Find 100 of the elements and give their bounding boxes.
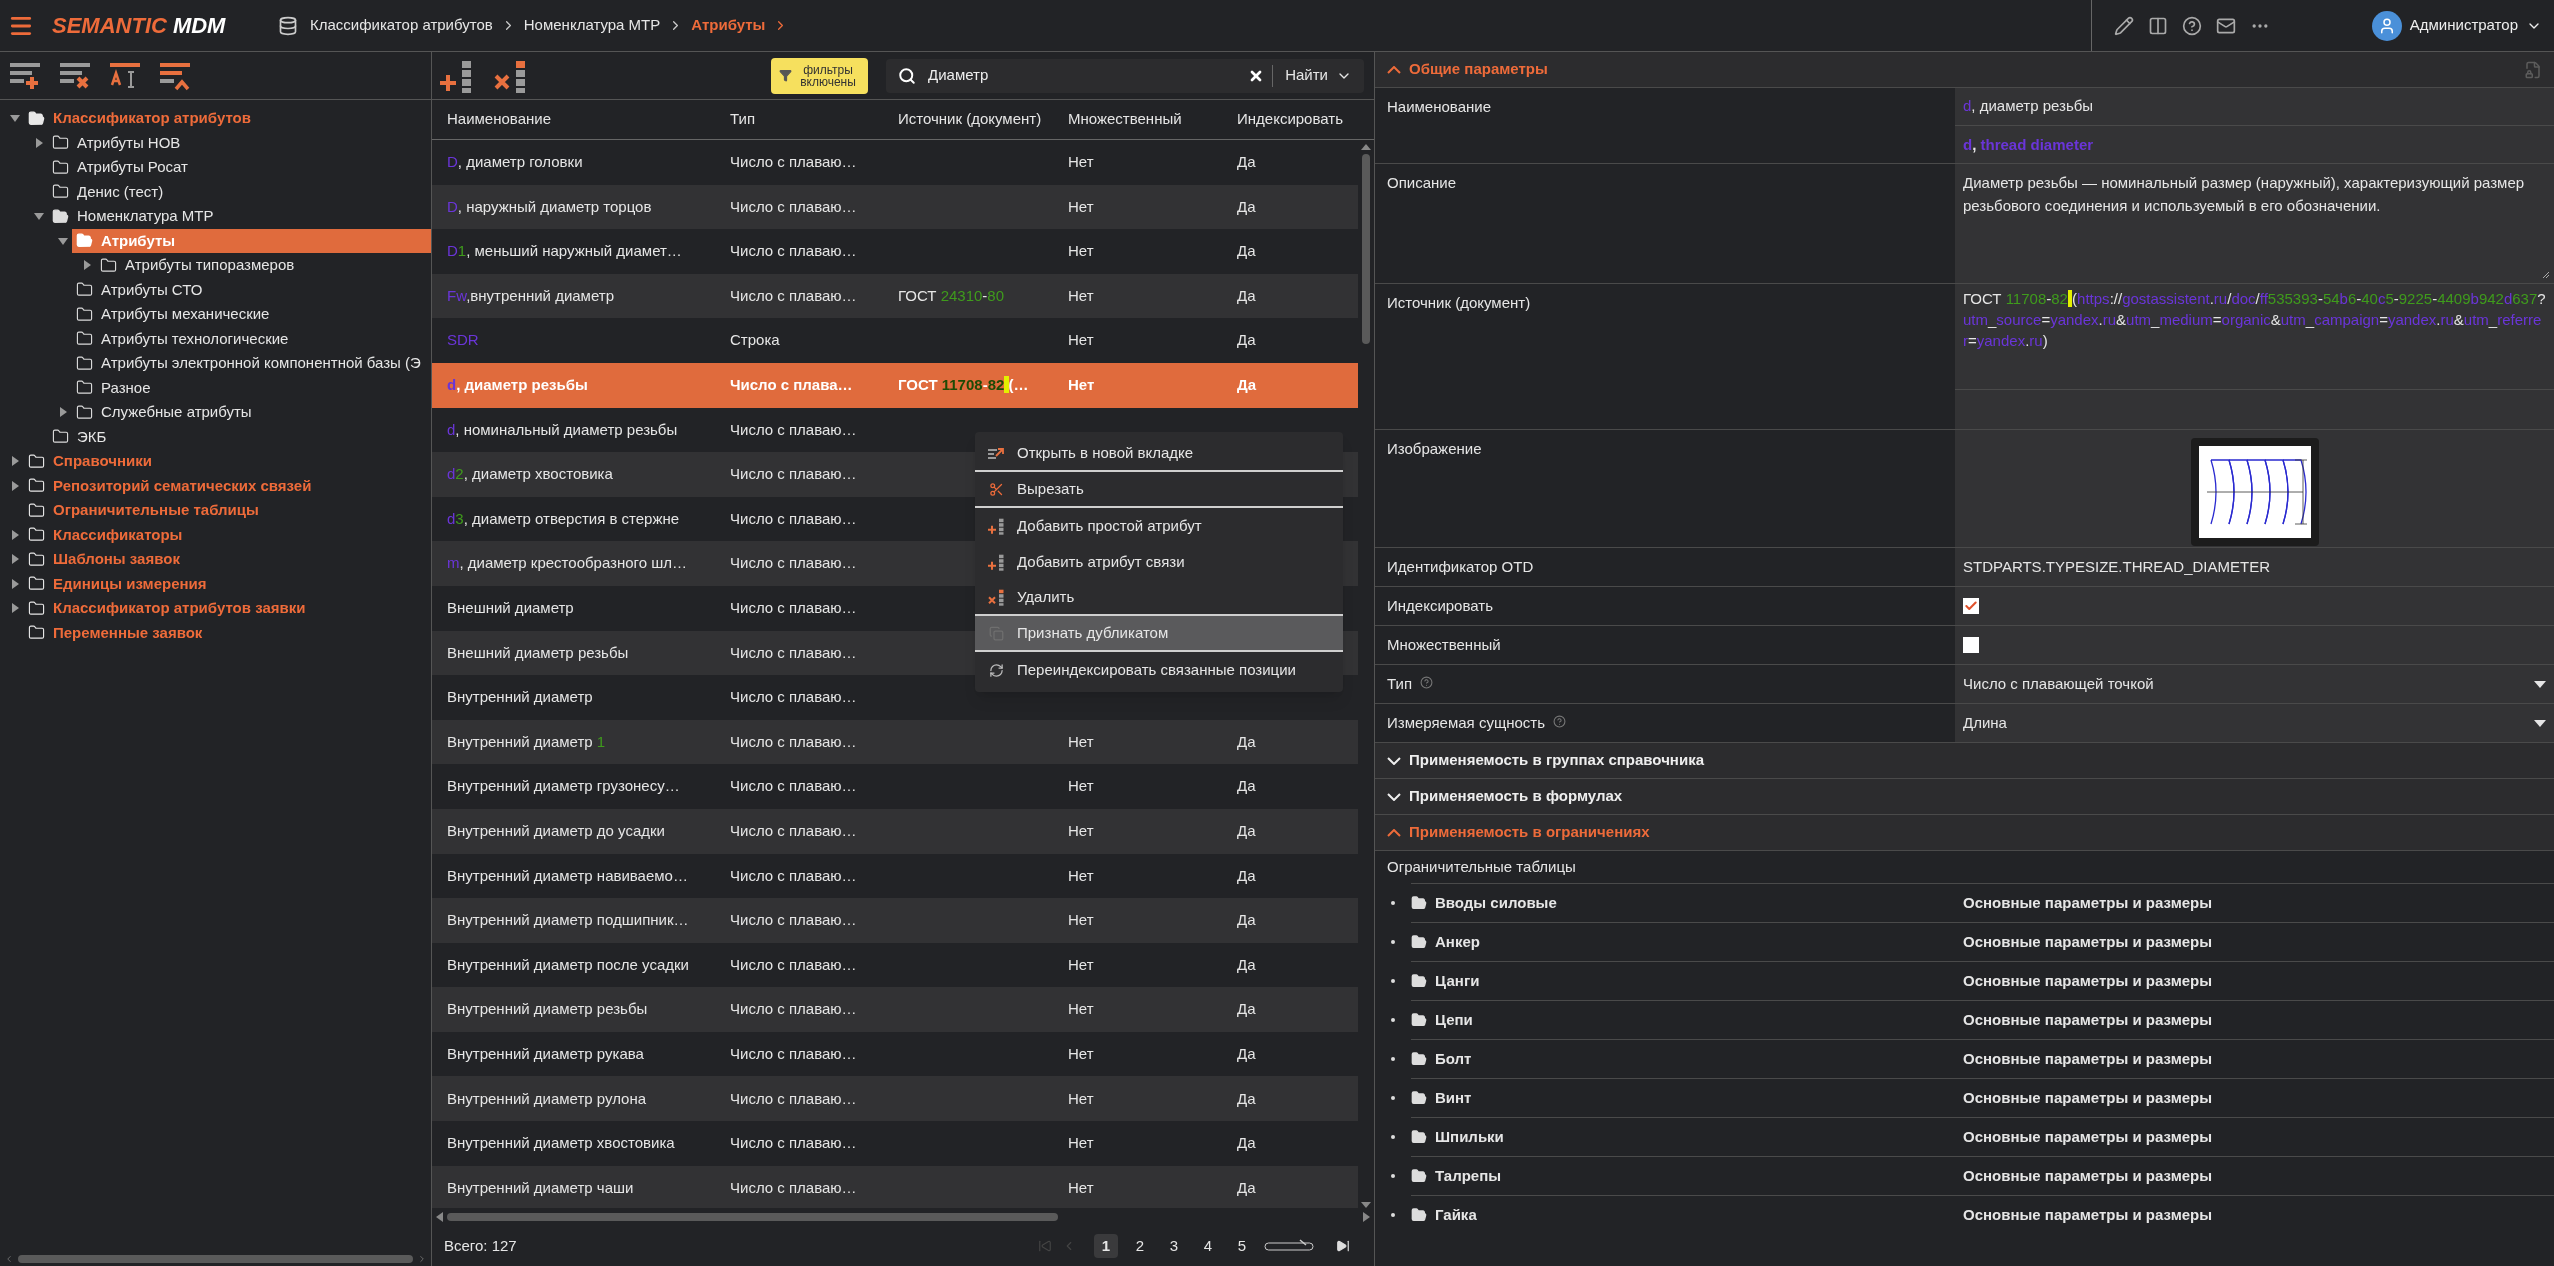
constraint-table-item[interactable]: Вводы силовые bbox=[1411, 891, 1955, 915]
tree-item[interactable]: Атрибуты технологические bbox=[72, 326, 297, 351]
table-row[interactable]: Внутренний диаметр резьбы Число с плаваю… Нет Да bbox=[432, 987, 1358, 1032]
tree-item[interactable]: Атрибуты Росат bbox=[48, 155, 196, 180]
table-row[interactable]: Внутренний диаметр чаши Число с плаваю… Нет Да bbox=[432, 1165, 1358, 1208]
column-header[interactable]: Источник (документ) bbox=[883, 108, 1053, 131]
menu-item[interactable]: Вырезать bbox=[975, 472, 1343, 508]
tree-item[interactable]: Классификаторы bbox=[24, 522, 191, 547]
page-link[interactable]: 4 bbox=[1196, 1234, 1220, 1258]
scroll-up-icon[interactable] bbox=[1361, 144, 1371, 150]
vertical-scrollbar[interactable] bbox=[1362, 154, 1370, 344]
tree-item[interactable]: Номенклатура МТР bbox=[48, 204, 222, 229]
table-row[interactable]: Внутренний диаметр 1 Число с плаваю… Нет Да bbox=[432, 719, 1358, 765]
tree-item[interactable]: Служебные атрибуты bbox=[72, 400, 260, 425]
scroll-right-icon[interactable] bbox=[1363, 1212, 1370, 1222]
breadcrumb-link[interactable]: Номенклатура МТР bbox=[523, 14, 661, 37]
constraint-table-item[interactable]: Цепи bbox=[1411, 1008, 1955, 1032]
expand-arrow-icon[interactable] bbox=[10, 578, 20, 589]
table-row[interactable]: Внутренний диаметр до усадки Число с плаваю… Нет Да bbox=[432, 808, 1358, 854]
help-icon[interactable] bbox=[2182, 15, 2202, 36]
section-header[interactable]: Общие параметры bbox=[1387, 58, 1548, 81]
tree-item[interactable]: Атрибуты механические bbox=[72, 302, 278, 327]
tree-item[interactable]: Разное bbox=[72, 375, 159, 400]
checkbox[interactable] bbox=[1963, 598, 1979, 614]
scroll-left-icon[interactable] bbox=[436, 1212, 443, 1222]
add-row-icon[interactable] bbox=[8, 60, 42, 91]
last-page-icon[interactable] bbox=[1336, 1239, 1350, 1253]
breadcrumb-link[interactable]: Атрибуты bbox=[691, 14, 766, 37]
constraint-table-item[interactable]: Шпильки bbox=[1411, 1125, 1955, 1149]
menu-item[interactable]: Открыть в новой вкладке bbox=[975, 436, 1343, 472]
menu-item[interactable]: Добавить простой атрибут bbox=[975, 508, 1343, 544]
expand-arrow-icon[interactable] bbox=[34, 137, 44, 148]
tree-item[interactable]: Классификатор атрибутов заявки bbox=[24, 596, 314, 621]
expand-arrow-icon[interactable] bbox=[10, 554, 20, 565]
tree-item[interactable]: Атрибуты СТО bbox=[72, 277, 211, 302]
tree-item[interactable]: ЭКБ bbox=[48, 424, 115, 449]
table-row[interactable]: D, наружный диаметр торцов Число с плаваю… Нет Да bbox=[432, 184, 1358, 230]
constraint-table-item[interactable]: Болт bbox=[1411, 1047, 1955, 1071]
tree-item[interactable]: Денис (тест) bbox=[48, 179, 172, 204]
tree-item[interactable]: Переменные заявок bbox=[24, 620, 211, 645]
expand-arrow-icon[interactable] bbox=[82, 260, 92, 271]
expand-arrow-icon[interactable] bbox=[10, 456, 20, 467]
user-menu[interactable]: Администратор bbox=[2371, 10, 2542, 41]
column-header[interactable]: Тип bbox=[715, 108, 883, 131]
section-header[interactable]: Применяемость в формулах bbox=[1387, 785, 1623, 808]
table-row[interactable]: Внутренний диаметр рулона Число с плаваю… Нет Да bbox=[432, 1076, 1358, 1122]
delete-row-icon[interactable] bbox=[58, 60, 92, 91]
expand-arrow-icon[interactable] bbox=[10, 603, 20, 614]
select-field[interactable]: Длина bbox=[1955, 704, 2554, 742]
collapse-all-icon[interactable] bbox=[158, 60, 192, 91]
tree-item[interactable]: Атрибуты электронной компонентной базы (Э bbox=[72, 351, 429, 376]
tree-item[interactable]: Атрибуты НОВ bbox=[48, 130, 189, 155]
description-field[interactable]: Диаметр резьбы — номинальный размер (наружный), характеризующий размер резьбового соединения и используемый в его обозначении. bbox=[1955, 164, 2554, 283]
expand-arrow-icon[interactable] bbox=[58, 407, 68, 418]
columns-icon[interactable] bbox=[2148, 15, 2168, 36]
help-icon[interactable] bbox=[1553, 715, 1567, 728]
tree-item[interactable]: Репозиторий сематических связей bbox=[24, 473, 320, 498]
page-link[interactable]: 3 bbox=[1162, 1234, 1186, 1258]
menu-item[interactable]: Добавить атрибут связи bbox=[975, 544, 1343, 580]
tree-item[interactable]: Единицы измерения bbox=[24, 571, 215, 596]
next-page-icon[interactable] bbox=[1264, 1239, 1314, 1253]
column-header[interactable]: Индексировать bbox=[1222, 108, 1356, 131]
help-icon[interactable] bbox=[1420, 676, 1433, 689]
page-link[interactable]: 1 bbox=[1094, 1234, 1118, 1258]
table-row[interactable]: Внутренний диаметр подшипник… Число с плаваю… Нет Да bbox=[432, 898, 1358, 943]
find-button[interactable]: Найти bbox=[1273, 64, 1364, 87]
expand-arrow-icon[interactable] bbox=[10, 480, 20, 491]
tree-item[interactable]: Атрибуты типоразмеров bbox=[96, 253, 303, 278]
filter-badge[interactable]: фильтры включены bbox=[771, 57, 868, 94]
column-header[interactable]: Наименование bbox=[432, 108, 715, 131]
horizontal-scrollbar[interactable] bbox=[447, 1213, 1059, 1221]
collapse-arrow-icon[interactable] bbox=[34, 211, 44, 222]
tree-item[interactable]: Шаблоны заявок bbox=[24, 547, 188, 572]
checkbox[interactable] bbox=[1963, 637, 1979, 653]
breadcrumb-link[interactable]: Классификатор атрибутов bbox=[310, 14, 493, 37]
tree-item[interactable]: Классификатор атрибутов bbox=[24, 106, 259, 131]
collapse-arrow-icon[interactable] bbox=[58, 235, 68, 246]
constraint-table-item[interactable]: Цанги bbox=[1411, 969, 1955, 993]
constraint-table-item[interactable]: Анкер bbox=[1411, 930, 1955, 954]
search-field[interactable]: Диаметр bbox=[916, 64, 1249, 87]
delete-column-icon[interactable] bbox=[492, 58, 528, 93]
expand-arrow-icon[interactable] bbox=[10, 529, 20, 540]
page-link[interactable]: 2 bbox=[1128, 1234, 1152, 1258]
column-header[interactable]: Множественный bbox=[1053, 108, 1222, 131]
horizontal-scrollbar[interactable] bbox=[18, 1255, 413, 1263]
pencil-icon[interactable] bbox=[2114, 15, 2134, 36]
select-field[interactable]: Число с плавающей точкой bbox=[1955, 665, 2554, 703]
rename-icon[interactable] bbox=[108, 60, 142, 91]
section-header[interactable]: Применяемость в группах справочника bbox=[1387, 749, 1704, 772]
constraint-table-item[interactable]: Винт bbox=[1411, 1086, 1955, 1110]
resize-handle-icon[interactable] bbox=[2542, 271, 2550, 279]
add-column-icon[interactable] bbox=[438, 58, 474, 93]
menu-item[interactable]: Признать дубликатом bbox=[975, 616, 1343, 652]
page-link[interactable]: 5 bbox=[1230, 1234, 1254, 1258]
section-header[interactable]: Применяемость в ограничениях bbox=[1387, 821, 1650, 844]
collapse-arrow-icon[interactable] bbox=[10, 113, 20, 124]
tree-item[interactable]: Справочники bbox=[24, 449, 160, 474]
table-row[interactable]: Fw,внутренний диаметр Число с плаваю… ГОСТ 24310-80 Нет Да bbox=[432, 273, 1358, 319]
tree-item[interactable]: Ограничительные таблицы bbox=[24, 498, 267, 523]
constraint-table-item[interactable]: Гайка bbox=[1411, 1203, 1955, 1227]
